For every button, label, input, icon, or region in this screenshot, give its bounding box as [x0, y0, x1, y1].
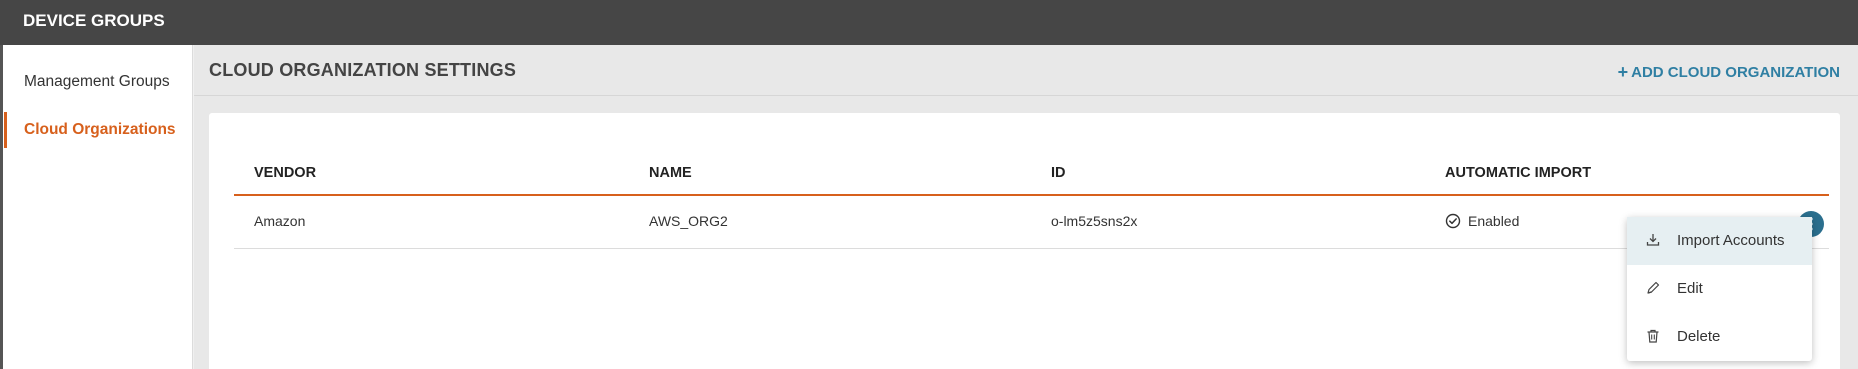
sidebar-item-label: Cloud Organizations — [24, 121, 176, 138]
page-title: CLOUD ORGANIZATION SETTINGS — [209, 60, 517, 80]
menu-item-import-accounts[interactable]: Import Accounts — [1627, 217, 1812, 265]
add-cloud-organization-label: ADD CLOUD ORGANIZATION — [1631, 64, 1840, 81]
menu-item-edit[interactable]: Edit — [1627, 265, 1812, 313]
menu-item-label: Edit — [1677, 280, 1703, 297]
active-indicator — [4, 112, 7, 148]
sidebar: Management Groups Cloud Organizations — [3, 45, 193, 369]
plus-icon: + — [1617, 62, 1629, 82]
download-icon — [1645, 232, 1661, 248]
organizations-card: VENDOR NAME ID AUTOMATIC IMPORT Amazon A… — [209, 113, 1840, 369]
table-header: VENDOR NAME ID AUTOMATIC IMPORT — [234, 158, 1829, 196]
trash-icon — [1645, 328, 1661, 344]
main-content: CLOUD ORGANIZATION SETTINGS + ADD CLOUD O… — [194, 45, 1858, 369]
menu-item-delete[interactable]: Delete — [1627, 313, 1812, 361]
column-header-id[interactable]: ID — [1051, 165, 1066, 181]
status-text: Enabled — [1468, 213, 1520, 229]
sidebar-item-management-groups[interactable]: Management Groups — [3, 64, 193, 100]
column-header-automatic-import[interactable]: AUTOMATIC IMPORT — [1445, 165, 1591, 181]
column-header-name[interactable]: NAME — [649, 165, 692, 181]
menu-item-label: Delete — [1677, 328, 1721, 345]
sidebar-item-cloud-organizations[interactable]: Cloud Organizations — [3, 112, 193, 148]
cell-name: AWS_ORG2 — [649, 213, 728, 229]
column-header-vendor[interactable]: VENDOR — [254, 165, 316, 181]
app-title: DEVICE GROUPS — [23, 11, 165, 30]
pencil-icon — [1645, 280, 1661, 296]
check-circle-icon — [1445, 213, 1461, 229]
table-row[interactable]: Amazon AWS_ORG2 o-lm5z5sns2x Enabled — [234, 196, 1829, 249]
cell-automatic-import: Enabled — [1445, 213, 1519, 229]
app-header: DEVICE GROUPS — [0, 0, 1858, 45]
sidebar-item-label: Management Groups — [24, 73, 170, 90]
menu-item-label: Import Accounts — [1677, 232, 1785, 249]
section-header: CLOUD ORGANIZATION SETTINGS + ADD CLOUD O… — [194, 45, 1858, 96]
add-cloud-organization-button[interactable]: + ADD CLOUD ORGANIZATION — [1618, 61, 1840, 82]
cell-vendor: Amazon — [254, 213, 306, 229]
row-actions-menu: Import Accounts Edit Delete — [1627, 217, 1812, 361]
cell-id: o-lm5z5sns2x — [1051, 213, 1138, 229]
